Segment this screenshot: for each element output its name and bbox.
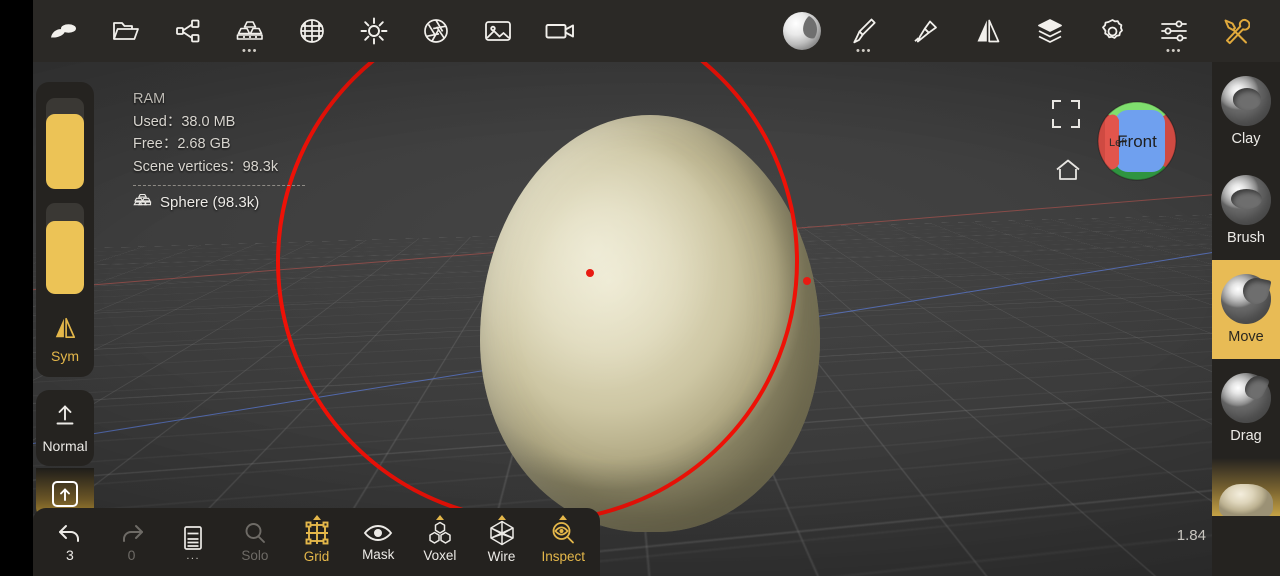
active-object-row[interactable]: Sphere (98.3k): [133, 192, 305, 215]
brush-label: Brush: [1227, 230, 1265, 246]
view-orientation-gizmo[interactable]: Left Front: [1096, 100, 1178, 182]
brush-item-clay[interactable]: Clay: [1212, 62, 1280, 161]
video-camera-icon[interactable]: [529, 0, 591, 62]
rock-brush-icon: [1219, 484, 1273, 516]
voxel-button[interactable]: Voxel: [409, 511, 471, 573]
inspect-label: Inspect: [541, 549, 585, 564]
inspect-button[interactable]: Inspect: [532, 511, 594, 573]
zoom-level-value: 1.84: [1176, 527, 1206, 544]
top-toolbar-left-group: •••: [33, 0, 591, 62]
active-object-name: Sphere (98.3k): [160, 194, 260, 211]
redo-count: 0: [127, 546, 136, 563]
globe-grid-icon[interactable]: [281, 0, 343, 62]
sculpting-app-window: RAM Used：38.0 MB Free：2.68 GB Scene vert…: [0, 0, 1280, 576]
brush-intensity-slider-fill: [46, 221, 84, 294]
redo-button[interactable]: 0: [101, 511, 163, 573]
voxel-label: Voxel: [423, 548, 457, 563]
gear-icon[interactable]: [1081, 0, 1143, 62]
caret-up-icon: [497, 515, 506, 520]
normal-mode-label: Normal: [42, 437, 88, 454]
wire-label: Wire: [487, 549, 516, 564]
vertex-marker-right: [803, 277, 811, 285]
symmetry-label: Sym: [51, 348, 79, 364]
upload-box-icon: [52, 481, 78, 507]
move-brush-preview: [1221, 274, 1272, 324]
caret-up-icon: [559, 515, 568, 520]
scene-stats-overlay: RAM Used：38.0 MB Free：2.68 GB Scene vert…: [133, 88, 305, 215]
solo-button[interactable]: Solo: [224, 511, 286, 573]
picture-icon[interactable]: [467, 0, 529, 62]
gizmo-front-label: Front: [1117, 132, 1157, 151]
brush-item-brush[interactable]: Brush: [1212, 161, 1280, 260]
brush-item-drag[interactable]: Drag: [1212, 359, 1280, 458]
brush-brush-preview: [1221, 175, 1271, 225]
mask-label: Mask: [362, 547, 395, 562]
overflow-dots: •••: [241, 45, 259, 57]
overflow-dots: •••: [855, 45, 873, 57]
share-nodes-icon[interactable]: [157, 0, 219, 62]
normal-mode-button[interactable]: Normal: [36, 390, 94, 466]
symmetry-toggle[interactable]: Sym: [51, 316, 79, 364]
arrow-up-from-line-icon: [53, 403, 77, 432]
left-dock: Sym Normal: [33, 62, 97, 576]
top-toolbar-right-group: ••• •••: [771, 0, 1267, 62]
sphere-shaded-icon[interactable]: [771, 0, 833, 62]
brush-label: Drag: [1230, 428, 1262, 444]
sculpt-logo-icon[interactable]: [33, 0, 95, 62]
ram-free: Free：2.68 GB: [133, 136, 231, 152]
brush-item-next-partial[interactable]: [1212, 458, 1280, 516]
bottom-toolbar: 3 0 ... Solo Grid Mask Voxel Wire Inspec…: [33, 508, 600, 576]
mask-button[interactable]: Mask: [347, 511, 409, 573]
clay-brush-preview: [1221, 76, 1271, 126]
brush-size-slider-fill: [46, 114, 84, 189]
layers-overflow-dots: ...: [186, 550, 201, 562]
ram-label: RAM: [133, 91, 166, 107]
sliders-icon[interactable]: •••: [1143, 0, 1205, 62]
fit-to-frame-icon[interactable]: [1052, 100, 1080, 128]
overflow-dots: •••: [1165, 45, 1183, 57]
stats-divider: [133, 185, 305, 186]
undo-button[interactable]: 3: [39, 511, 101, 573]
wire-button[interactable]: Wire: [471, 511, 533, 573]
caret-up-icon: [312, 515, 321, 520]
brush-item-move[interactable]: Move: [1212, 260, 1280, 359]
mirror-triangles-icon: [53, 316, 77, 345]
ram-used: Used：38.0 MB: [133, 113, 236, 130]
brush-palette-dock: Clay Brush Move Drag: [1212, 62, 1280, 576]
aperture-icon[interactable]: [405, 0, 467, 62]
mirror-triangles-icon[interactable]: [957, 0, 1019, 62]
brush-intensity-slider[interactable]: [46, 203, 84, 294]
brush-label: Move: [1228, 329, 1264, 345]
paint-roller-icon[interactable]: [895, 0, 957, 62]
grid-label: Grid: [303, 549, 330, 564]
drag-brush-preview: [1221, 371, 1271, 423]
layers-list-button[interactable]: ...: [162, 511, 224, 573]
brush-size-slider[interactable]: [46, 98, 84, 189]
sun-icon[interactable]: [343, 0, 405, 62]
tools-wrench-icon[interactable]: [1205, 0, 1267, 62]
home-icon[interactable]: [1054, 157, 1082, 185]
solo-label: Solo: [241, 548, 269, 563]
layers-stack-icon[interactable]: [1019, 0, 1081, 62]
blocks-stack-icon[interactable]: •••: [219, 0, 281, 62]
caret-up-icon: [435, 515, 444, 520]
brush-label: Clay: [1231, 131, 1261, 147]
brush-params-panel: Sym: [36, 82, 94, 377]
top-toolbar: ••• ••• •••: [33, 0, 1280, 62]
folder-icon[interactable]: [95, 0, 157, 62]
grid-button[interactable]: Grid: [286, 511, 348, 573]
paintbrush-icon[interactable]: •••: [833, 0, 895, 62]
undo-count: 3: [65, 546, 74, 563]
scene-vertices: Scene vertices：98.3k: [133, 158, 279, 175]
mesh-sphere-icon: [133, 192, 152, 215]
